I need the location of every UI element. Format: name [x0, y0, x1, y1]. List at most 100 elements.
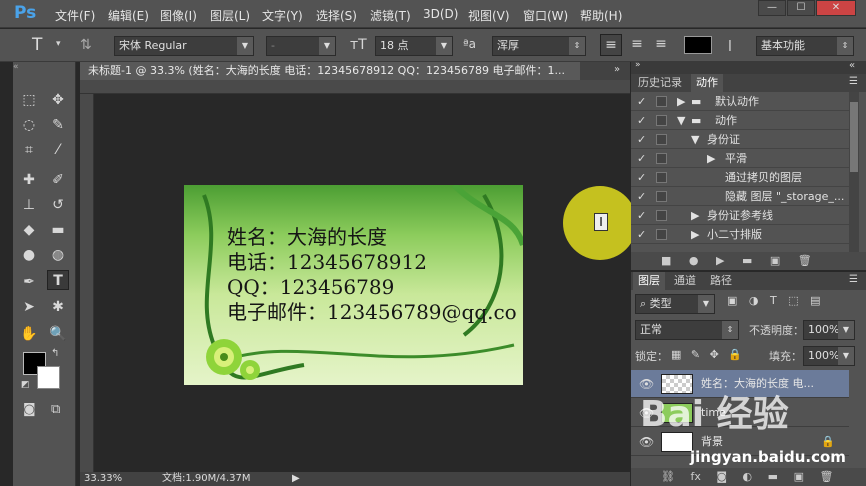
- move-tool-icon[interactable]: ✥: [47, 90, 69, 110]
- expand-arrow-icon[interactable]: ▼: [691, 130, 699, 149]
- zoom-level[interactable]: 33.33%: [84, 472, 122, 486]
- link-icon[interactable]: ⛓: [661, 470, 675, 483]
- panel-menu-icon[interactable]: ☰: [849, 274, 858, 285]
- dock-expand-icon[interactable]: «: [849, 60, 855, 71]
- new-set-icon[interactable]: ▬: [742, 254, 752, 267]
- business-card[interactable]: 姓名：大海的长度 电话：12345678912 QQ：123456789 电子邮…: [184, 185, 523, 385]
- font-size-select[interactable]: 18 点 ▼: [375, 36, 453, 56]
- layer-filter-icons[interactable]: ▣ ◑ T ⬚ ▤: [727, 294, 820, 307]
- opacity-input[interactable]: 100% ▼: [803, 320, 855, 340]
- path-select-tool-icon[interactable]: ➤: [18, 297, 40, 317]
- background-color-swatch[interactable]: [37, 366, 60, 389]
- lasso-tool-icon[interactable]: ◌: [18, 115, 40, 135]
- tab-history[interactable]: 历史记录: [633, 74, 687, 92]
- menu-3d[interactable]: 3D(D): [423, 7, 458, 21]
- action-row[interactable]: ✓ ▼ ▬ 动作: [631, 111, 849, 130]
- expand-arrow-icon[interactable]: ▶: [677, 92, 685, 111]
- zoom-tool-icon[interactable]: 🔍: [47, 324, 69, 344]
- menu-layer[interactable]: 图层(L): [210, 7, 250, 24]
- status-menu-arrow-icon[interactable]: ▶: [292, 472, 300, 486]
- tab-paths[interactable]: 路径: [705, 272, 737, 290]
- dialog-toggle[interactable]: [656, 115, 667, 126]
- tab-channels[interactable]: 通道: [669, 272, 701, 290]
- align-left-icon[interactable]: ≡: [600, 34, 622, 56]
- menu-file[interactable]: 文件(F): [55, 7, 95, 24]
- layer-filter-select[interactable]: ⌕ 类型 ▼: [635, 294, 715, 314]
- quick-select-tool-icon[interactable]: ✎: [47, 115, 69, 135]
- warp-text-icon[interactable]: ꞁ: [728, 36, 732, 52]
- default-colors-icon[interactable]: ◩: [21, 380, 30, 390]
- action-row[interactable]: ✓ ▶ 身份证参考线: [631, 206, 849, 225]
- menu-filter[interactable]: 滤镜(T): [370, 7, 411, 24]
- check-icon[interactable]: ✓: [637, 187, 649, 206]
- gradient-tool-icon[interactable]: ▬: [47, 220, 69, 240]
- align-center-icon[interactable]: ≡: [626, 34, 648, 56]
- stop-icon[interactable]: ■: [661, 254, 671, 267]
- antialias-select[interactable]: 浑厚 ⇕: [492, 36, 586, 56]
- menu-window[interactable]: 窗口(W): [523, 7, 568, 24]
- menu-help[interactable]: 帮助(H): [580, 7, 622, 24]
- swap-colors-icon[interactable]: ↰: [51, 348, 59, 359]
- eyedropper-tool-icon[interactable]: ⁄: [47, 140, 69, 160]
- hand-tool-icon[interactable]: ✋: [18, 324, 40, 344]
- expand-arrow-icon[interactable]: ▶: [707, 149, 715, 168]
- align-right-icon[interactable]: ≡: [650, 34, 672, 56]
- menu-type[interactable]: 文字(Y): [262, 7, 303, 24]
- fx-icon[interactable]: fx: [690, 470, 700, 483]
- type-tool-icon[interactable]: T: [32, 35, 42, 55]
- brush-tool-icon[interactable]: ✐: [47, 170, 69, 190]
- minimize-button[interactable]: —: [758, 0, 786, 16]
- dialog-toggle[interactable]: [656, 191, 667, 202]
- menu-view[interactable]: 视图(V): [468, 7, 510, 24]
- group-icon[interactable]: ▬: [768, 470, 778, 483]
- check-icon[interactable]: ✓: [637, 225, 649, 244]
- screen-mode-icon[interactable]: ⧉: [51, 402, 60, 417]
- check-icon[interactable]: ✓: [637, 206, 649, 225]
- history-brush-tool-icon[interactable]: ↺: [47, 195, 69, 215]
- expand-arrow-icon[interactable]: ▶: [691, 206, 699, 225]
- dialog-toggle[interactable]: [656, 172, 667, 183]
- adjustment-icon[interactable]: ◐: [743, 470, 753, 483]
- delete-icon[interactable]: 🗑: [798, 254, 812, 267]
- maximize-button[interactable]: ☐: [787, 0, 815, 16]
- dialog-toggle[interactable]: [656, 229, 667, 240]
- crop-tool-icon[interactable]: ⌗: [18, 140, 40, 160]
- action-row[interactable]: ✓ ▶ 平滑: [631, 149, 849, 168]
- healing-brush-tool-icon[interactable]: ✚: [18, 170, 40, 190]
- dodge-tool-icon[interactable]: ◍: [47, 245, 69, 265]
- font-style-select[interactable]: - ▼: [266, 36, 336, 56]
- workspace-select[interactable]: 基本功能 ⇕: [756, 36, 854, 56]
- lock-icons[interactable]: ▦ ✎ ✥ 🔒: [671, 348, 742, 361]
- tab-actions[interactable]: 动作: [691, 74, 723, 92]
- new-layer-icon[interactable]: ▣: [794, 470, 804, 483]
- dialog-toggle[interactable]: [656, 96, 667, 107]
- close-button[interactable]: ✕: [816, 0, 856, 16]
- delete-icon[interactable]: 🗑: [819, 470, 833, 483]
- check-icon[interactable]: ✓: [637, 168, 649, 187]
- pen-tool-icon[interactable]: ✒: [18, 272, 40, 292]
- quick-mask-icon[interactable]: ◙: [23, 402, 36, 417]
- menu-image[interactable]: 图像(I): [160, 7, 197, 24]
- action-row[interactable]: ✓ 隐藏 图层 "_storage_...: [631, 187, 849, 206]
- expand-arrow-icon[interactable]: ▼: [677, 111, 685, 130]
- action-row[interactable]: ✓ ▶ 小二寸排版: [631, 225, 849, 244]
- clone-stamp-tool-icon[interactable]: ⊥: [18, 195, 40, 215]
- action-row[interactable]: ✓ 通过拷贝的图层: [631, 168, 849, 187]
- panel-collapse-icon[interactable]: »: [614, 64, 620, 75]
- blur-tool-icon[interactable]: ●: [18, 245, 40, 265]
- check-icon[interactable]: ✓: [637, 149, 649, 168]
- panel-menu-icon[interactable]: ☰: [849, 76, 858, 87]
- play-icon[interactable]: ▶: [716, 254, 724, 267]
- blend-mode-select[interactable]: 正常 ⇕: [635, 320, 739, 340]
- tab-layers[interactable]: 图层: [633, 272, 665, 290]
- check-icon[interactable]: ✓: [637, 130, 649, 149]
- tool-preset-arrow-icon[interactable]: ▾: [56, 39, 61, 49]
- document-tab[interactable]: 未标题-1 @ 33.3% (姓名：大海的长度 电话：12345678912 Q…: [80, 62, 580, 80]
- marquee-tool-icon[interactable]: ⬚: [18, 90, 40, 110]
- mask-icon[interactable]: ◙: [716, 470, 727, 483]
- dialog-toggle[interactable]: [656, 210, 667, 221]
- action-row[interactable]: ✓ ▶ ▬ 默认动作: [631, 92, 849, 111]
- text-color-swatch[interactable]: [684, 36, 712, 54]
- shape-tool-icon[interactable]: ✱: [47, 297, 69, 317]
- action-row[interactable]: ✓ ▼ 身份证: [631, 130, 849, 149]
